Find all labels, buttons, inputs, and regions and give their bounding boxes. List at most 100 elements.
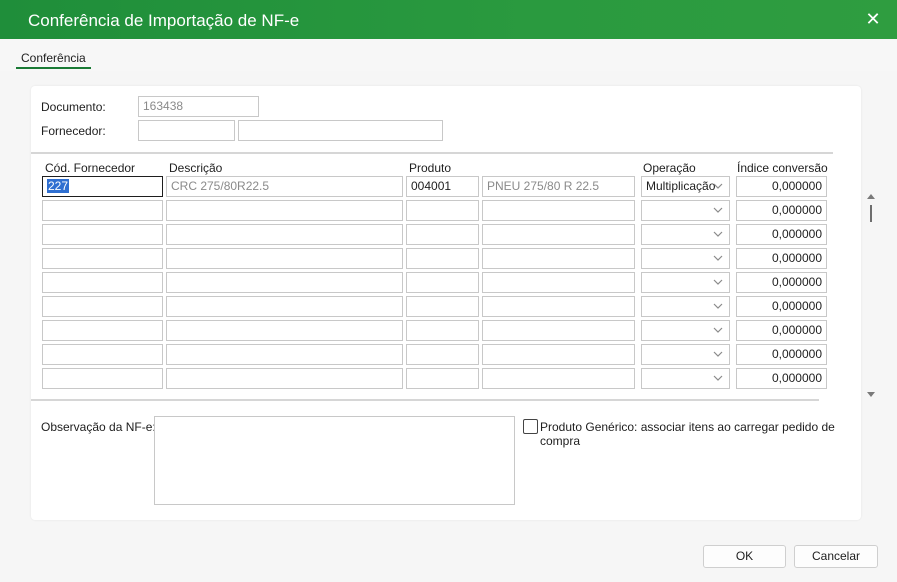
indice-conversao-field[interactable]: 0,000000: [736, 344, 827, 365]
indice-conversao-field[interactable]: 0,000000: [736, 296, 827, 317]
observacao-textarea[interactable]: [154, 416, 515, 505]
generic-product-checkbox[interactable]: [523, 419, 538, 434]
cod-fornecedor-field-value: 227: [47, 179, 70, 193]
produto-descricao-field[interactable]: [482, 272, 635, 293]
generic-product-label: Produto Genérico: associar itens ao carr…: [540, 420, 835, 448]
indice-conversao-field[interactable]: 0,000000: [736, 272, 827, 293]
indice-conversao-field[interactable]: 0,000000: [736, 320, 827, 341]
divider: [31, 399, 819, 401]
chevron-down-icon: [713, 303, 723, 309]
arrow-down-icon: [867, 392, 875, 397]
produto-descricao-field[interactable]: [482, 368, 635, 389]
indice-conversao-field-value: 0,000000: [771, 299, 822, 313]
descricao-field[interactable]: [166, 272, 403, 293]
header-descricao: Descrição: [169, 161, 223, 175]
observacao-label: Observação da NF-e:: [41, 420, 156, 434]
cod-fornecedor-field[interactable]: [42, 272, 163, 293]
operacao-select[interactable]: [641, 296, 730, 317]
produto-field[interactable]: [406, 368, 479, 389]
indice-conversao-field[interactable]: 0,000000: [736, 248, 827, 269]
scrollbar-thumb: [870, 205, 872, 222]
produto-field[interactable]: [406, 296, 479, 317]
cod-fornecedor-field[interactable]: [42, 296, 163, 317]
operacao-select[interactable]: [641, 320, 730, 341]
chevron-down-icon: [713, 279, 723, 285]
documento-label: Documento:: [41, 100, 106, 114]
produto-field[interactable]: [406, 320, 479, 341]
grid-scrollbar[interactable]: [865, 191, 877, 402]
produto-descricao-field[interactable]: [482, 320, 635, 341]
fornecedor-name-field[interactable]: [238, 120, 443, 141]
indice-conversao-field-value: 0,000000: [771, 251, 822, 265]
descricao-field[interactable]: [166, 344, 403, 365]
indice-conversao-field-value: 0,000000: [771, 371, 822, 385]
operacao-select[interactable]: Multiplicação: [641, 176, 730, 197]
indice-conversao-field-value: 0,000000: [771, 179, 822, 193]
produto-descricao-field-value: PNEU 275/80 R 22.5: [487, 179, 600, 193]
indice-conversao-field-value: 0,000000: [771, 347, 822, 361]
arrow-up-icon: [867, 194, 875, 199]
descricao-field[interactable]: [166, 368, 403, 389]
cancel-button[interactable]: Cancelar: [794, 545, 878, 568]
indice-conversao-field[interactable]: 0,000000: [736, 176, 827, 197]
operacao-select[interactable]: [641, 272, 730, 293]
window-title: Conferência de Importação de NF-e: [28, 11, 300, 30]
operacao-select[interactable]: [641, 224, 730, 245]
documento-field[interactable]: 163438: [138, 96, 259, 117]
main-panel: Documento: 163438 Fornecedor: Cód. Forne…: [31, 86, 875, 520]
descricao-field[interactable]: [166, 320, 403, 341]
cod-fornecedor-field[interactable]: [42, 368, 163, 389]
operacao-select[interactable]: [641, 248, 730, 269]
indice-conversao-field-value: 0,000000: [771, 275, 822, 289]
indice-conversao-field-value: 0,000000: [771, 203, 822, 217]
operacao-select-value: Multiplicação: [646, 179, 716, 193]
produto-field[interactable]: [406, 248, 479, 269]
chevron-down-icon: [713, 183, 723, 189]
chevron-down-icon: [713, 231, 723, 237]
produto-descricao-field[interactable]: [482, 296, 635, 317]
produto-field[interactable]: [406, 344, 479, 365]
chevron-down-icon: [713, 327, 723, 333]
header-operacao: Operação: [643, 161, 696, 175]
produto-descricao-field[interactable]: [482, 224, 635, 245]
produto-field[interactable]: [406, 272, 479, 293]
operacao-select[interactable]: [641, 368, 730, 389]
ok-button[interactable]: OK: [703, 545, 786, 568]
tab-conferencia[interactable]: Conferência: [16, 51, 91, 69]
descricao-field[interactable]: [166, 224, 403, 245]
fornecedor-code-field[interactable]: [138, 120, 235, 141]
cod-fornecedor-field[interactable]: [42, 344, 163, 365]
divider: [31, 152, 833, 154]
produto-field[interactable]: 004001: [406, 176, 479, 197]
title-bar: Conferência de Importação de NF-e ✕: [0, 0, 897, 39]
header-produto: Produto: [409, 161, 452, 175]
operacao-select[interactable]: [641, 344, 730, 365]
cod-fornecedor-field[interactable]: [42, 248, 163, 269]
cod-fornecedor-field[interactable]: [42, 200, 163, 221]
descricao-field[interactable]: [166, 248, 403, 269]
header-indice-conversao: Índice conversão: [737, 161, 828, 175]
indice-conversao-field[interactable]: 0,000000: [736, 224, 827, 245]
indice-conversao-field[interactable]: 0,000000: [736, 200, 827, 221]
cod-fornecedor-field[interactable]: 227: [42, 176, 163, 197]
content-area: Documento: 163438 Fornecedor: Cód. Forne…: [0, 71, 897, 582]
fornecedor-label: Fornecedor:: [41, 124, 106, 138]
descricao-field[interactable]: [166, 200, 403, 221]
produto-descricao-field[interactable]: [482, 200, 635, 221]
close-icon[interactable]: ✕: [863, 9, 883, 29]
cod-fornecedor-field[interactable]: [42, 320, 163, 341]
header-cod-fornecedor: Cód. Fornecedor: [45, 161, 136, 175]
produto-field-value: 004001: [411, 179, 452, 193]
descricao-field-value: CRC 275/80R22.5: [171, 179, 270, 193]
descricao-field[interactable]: CRC 275/80R22.5: [166, 176, 403, 197]
indice-conversao-field[interactable]: 0,000000: [736, 368, 827, 389]
produto-descricao-field[interactable]: [482, 248, 635, 269]
operacao-select[interactable]: [641, 200, 730, 221]
produto-descricao-field[interactable]: [482, 344, 635, 365]
indice-conversao-field-value: 0,000000: [771, 227, 822, 241]
cod-fornecedor-field[interactable]: [42, 224, 163, 245]
descricao-field[interactable]: [166, 296, 403, 317]
produto-descricao-field[interactable]: PNEU 275/80 R 22.5: [482, 176, 635, 197]
produto-field[interactable]: [406, 224, 479, 245]
produto-field[interactable]: [406, 200, 479, 221]
